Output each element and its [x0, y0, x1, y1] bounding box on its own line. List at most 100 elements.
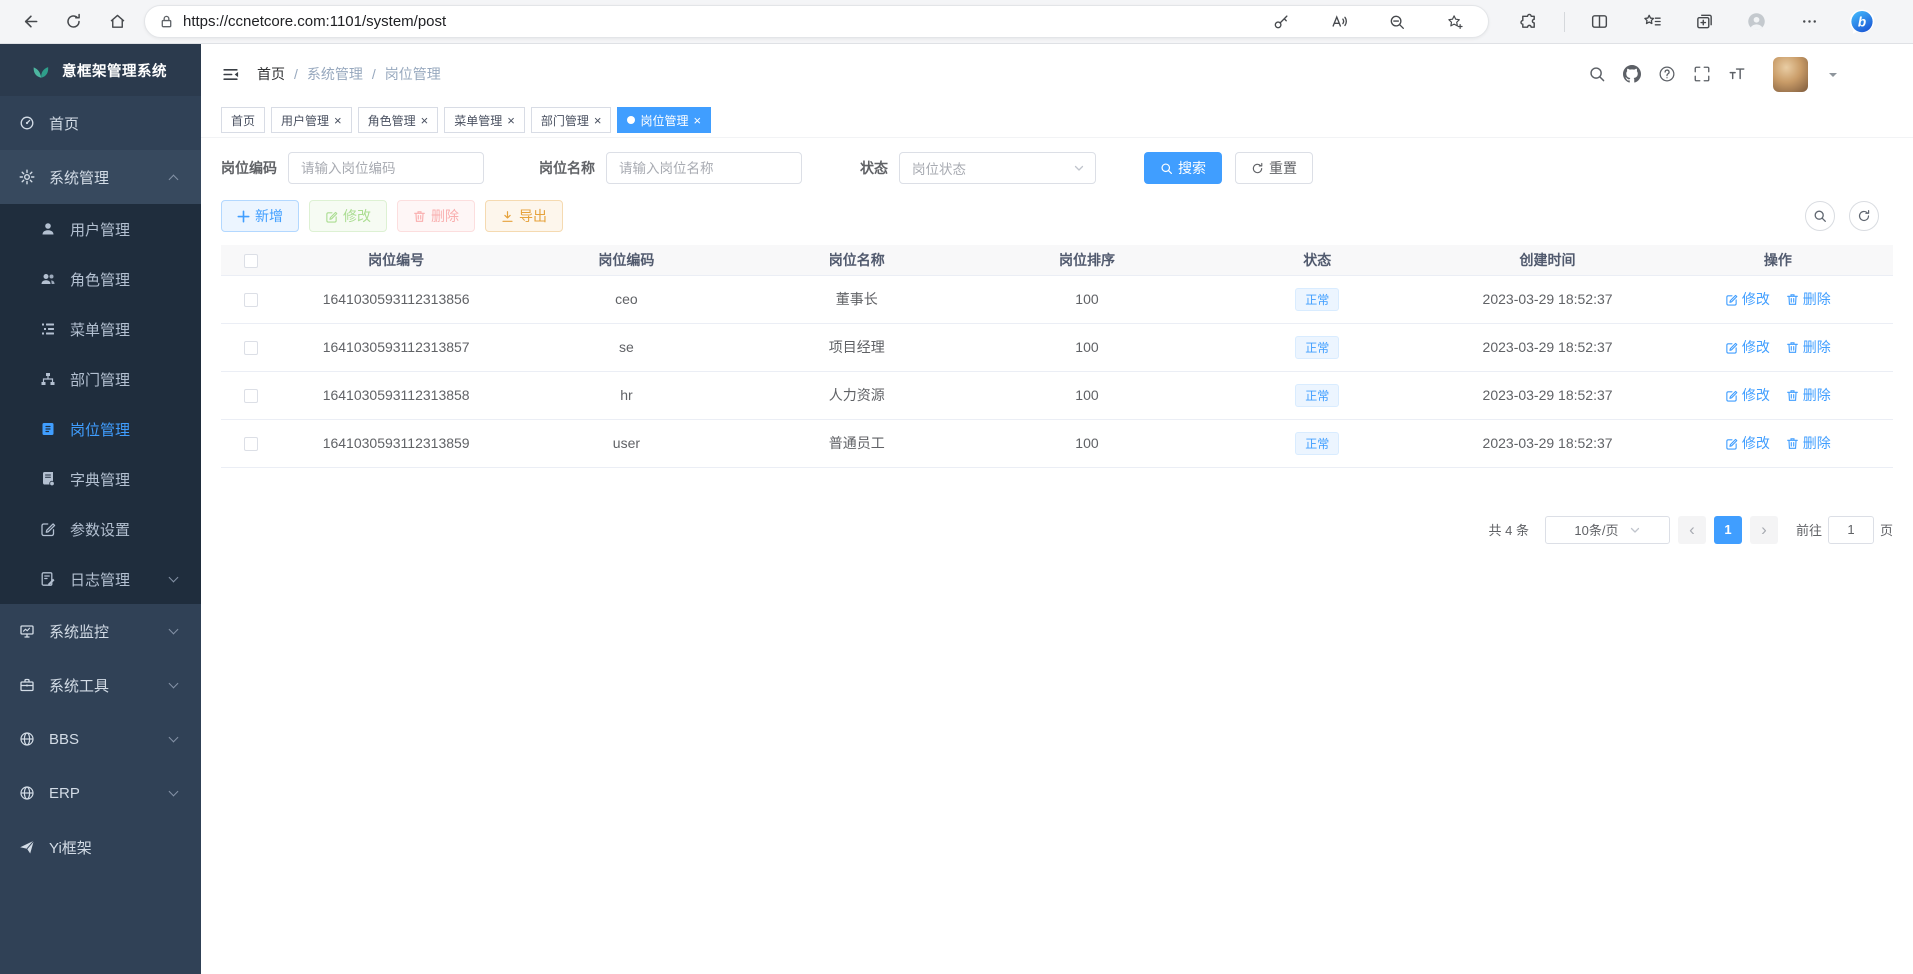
refresh-icon: [1857, 209, 1871, 223]
cell-create-time: 2023-03-29 18:52:37: [1432, 371, 1662, 419]
sidebar-item-system-monitor[interactable]: 系统监控: [0, 604, 201, 658]
goto-page-input[interactable]: [1828, 516, 1874, 544]
sidebar-nav: 首页 系统管理 用户管理 角色管理 菜单管理 部门管理 岗位管理 字典管理 参数…: [0, 96, 201, 874]
sidebar-item-dict-management[interactable]: 字典管理: [0, 454, 201, 504]
read-aloud-button[interactable]: [1322, 5, 1356, 39]
back-button[interactable]: [12, 5, 46, 39]
sidebar-item-role-management[interactable]: 角色管理: [0, 254, 201, 304]
trash-icon: [1786, 293, 1799, 306]
bing-button[interactable]: b: [1845, 5, 1879, 39]
row-delete-link[interactable]: 删除: [1786, 385, 1831, 405]
browser-action-icons: b: [1489, 5, 1901, 39]
delete-button[interactable]: 删除: [397, 200, 475, 232]
github-button[interactable]: [1621, 63, 1643, 85]
sidebar-item-dept-management[interactable]: 部门管理: [0, 354, 201, 404]
tab-role-management[interactable]: 角色管理 ×: [358, 107, 439, 133]
row-modify-link[interactable]: 修改: [1725, 433, 1770, 453]
sidebar-item-home[interactable]: 首页: [0, 96, 201, 150]
breadcrumb-item[interactable]: 岗位管理: [385, 64, 441, 84]
zoom-out-button[interactable]: [1380, 5, 1414, 39]
github-icon: [1623, 65, 1641, 83]
post-name-input[interactable]: [606, 152, 802, 184]
reset-button[interactable]: 重置: [1235, 152, 1313, 184]
modify-button[interactable]: 修改: [309, 200, 387, 232]
font-size-icon: [1728, 65, 1746, 83]
status-select[interactable]: 岗位状态: [899, 152, 1096, 184]
sidebar-item-system-tools[interactable]: 系统工具: [0, 658, 201, 712]
tab-home[interactable]: 首页: [221, 107, 265, 133]
sidebar-item-user-management[interactable]: 用户管理: [0, 204, 201, 254]
row-checkbox[interactable]: [244, 437, 258, 451]
close-icon[interactable]: ×: [594, 114, 602, 127]
page-size-select[interactable]: 10条/页: [1545, 516, 1670, 544]
tab-menu-management[interactable]: 菜单管理 ×: [444, 107, 525, 133]
cell-post-sort: 100: [972, 419, 1202, 467]
sidebar-item-log-management[interactable]: 日志管理: [0, 554, 201, 604]
sidebar-item-param-settings[interactable]: 参数设置: [0, 504, 201, 554]
more-button[interactable]: [1792, 5, 1826, 39]
sidebar-item-erp[interactable]: ERP: [0, 766, 201, 820]
collections-button[interactable]: [1688, 5, 1722, 39]
search-button[interactable]: 搜索: [1144, 152, 1222, 184]
globe-icon: [19, 785, 35, 801]
search-button[interactable]: [1586, 63, 1608, 85]
row-checkbox[interactable]: [244, 293, 258, 307]
close-icon[interactable]: ×: [693, 114, 701, 127]
refresh-button[interactable]: [56, 5, 90, 39]
extensions-button[interactable]: [1511, 5, 1545, 39]
sidebar-item-system-management[interactable]: 系统管理: [0, 150, 201, 204]
favorites-bar-button[interactable]: [1635, 5, 1669, 39]
export-button[interactable]: 导出: [485, 200, 563, 232]
tab-post-management[interactable]: 岗位管理 ×: [617, 107, 711, 133]
sidebar-item-post-management[interactable]: 岗位管理: [0, 404, 201, 454]
row-modify-link[interactable]: 修改: [1725, 289, 1770, 309]
split-screen-button[interactable]: [1583, 5, 1617, 39]
refresh-table-button[interactable]: [1849, 201, 1879, 231]
post-table: 岗位编号 岗位编码 岗位名称 岗位排序 状态 创建时间 操作 164103059…: [221, 245, 1893, 468]
breadcrumb-item[interactable]: 系统管理: [307, 64, 363, 84]
next-page-button[interactable]: ›: [1750, 516, 1778, 544]
sidebar-item-yi-framework[interactable]: Yi框架: [0, 820, 201, 874]
select-all-checkbox[interactable]: [244, 254, 258, 268]
row-delete-link[interactable]: 删除: [1786, 337, 1831, 357]
caret-down-icon[interactable]: [1829, 73, 1837, 81]
cell-post-id: 1641030593112313857: [281, 323, 511, 371]
profile-button[interactable]: [1740, 5, 1774, 39]
favorite-add-button[interactable]: [1438, 5, 1472, 39]
close-icon[interactable]: ×: [421, 114, 429, 127]
prev-page-button[interactable]: ‹: [1678, 516, 1706, 544]
row-modify-link[interactable]: 修改: [1725, 337, 1770, 357]
chevron-down-icon: [1629, 524, 1641, 536]
close-icon[interactable]: ×: [334, 114, 342, 127]
row-modify-link[interactable]: 修改: [1725, 385, 1770, 405]
tab-label: 用户管理: [281, 112, 329, 129]
key-button[interactable]: [1264, 5, 1298, 39]
row-checkbox[interactable]: [244, 341, 258, 355]
post-code-input[interactable]: [288, 152, 484, 184]
chevron-down-icon: [1073, 162, 1085, 174]
sidebar-item-label: 菜单管理: [70, 319, 130, 340]
font-size-button[interactable]: [1726, 63, 1748, 85]
avatar[interactable]: [1773, 57, 1808, 92]
sidebar-item-bbs[interactable]: BBS: [0, 712, 201, 766]
help-button[interactable]: [1656, 63, 1678, 85]
cell-post-id: 1641030593112313856: [281, 275, 511, 323]
trash-icon: [413, 210, 426, 223]
toggle-search-button[interactable]: [1805, 201, 1835, 231]
row-delete-link[interactable]: 删除: [1786, 289, 1831, 309]
add-button[interactable]: 新增: [221, 200, 299, 232]
row-delete-link[interactable]: 删除: [1786, 433, 1831, 453]
tab-user-management[interactable]: 用户管理 ×: [271, 107, 352, 133]
url-text[interactable]: https://ccnetcore.com:1101/system/post: [183, 13, 1264, 30]
send-icon: [19, 839, 35, 855]
browser-url-bar[interactable]: https://ccnetcore.com:1101/system/post: [144, 5, 1489, 38]
cell-post-code: user: [511, 419, 741, 467]
row-checkbox[interactable]: [244, 389, 258, 403]
menu-fold-icon[interactable]: [221, 65, 240, 84]
tab-dept-management[interactable]: 部门管理 ×: [531, 107, 612, 133]
page-1-button[interactable]: 1: [1714, 516, 1742, 544]
close-icon[interactable]: ×: [507, 114, 515, 127]
home-button[interactable]: [100, 5, 134, 39]
sidebar-item-menu-management[interactable]: 菜单管理: [0, 304, 201, 354]
fullscreen-button[interactable]: [1691, 63, 1713, 85]
